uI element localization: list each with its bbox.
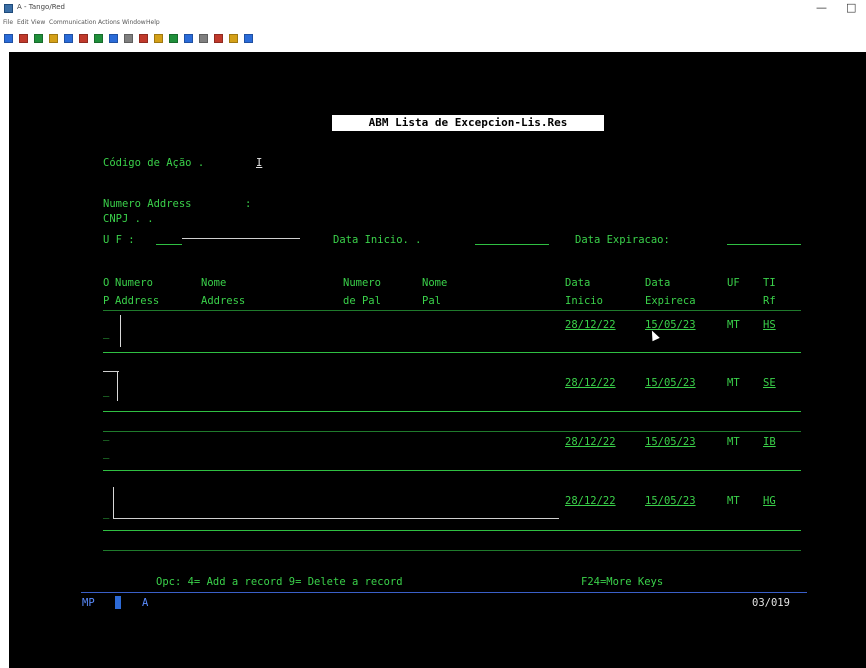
toolbar-button-icon[interactable] xyxy=(124,34,133,43)
row4-address-field[interactable] xyxy=(113,487,114,518)
row3-data-inicio: 28/12/22 xyxy=(565,436,616,448)
toolbar-button-icon[interactable] xyxy=(199,34,208,43)
toolbar-button-icon[interactable] xyxy=(244,34,253,43)
app-icon xyxy=(4,4,13,13)
row2-data-inicio: 28/12/22 xyxy=(565,377,616,389)
toolbar-button-icon[interactable] xyxy=(109,34,118,43)
row2-address-field[interactable] xyxy=(117,372,118,401)
row4-address-underline xyxy=(113,518,559,519)
row3-uf: MT xyxy=(727,436,740,448)
col-data-expira-2: Expireca xyxy=(645,295,696,307)
header-divider xyxy=(103,310,801,311)
screen-title: ABM Lista de Excepcion-Lis.Res xyxy=(332,115,604,131)
row1-ti: HS xyxy=(763,319,776,331)
col-numero-address-2: Address xyxy=(115,295,160,307)
uf-input[interactable] xyxy=(156,244,182,245)
row3-ti: IB xyxy=(763,436,776,448)
data-expiracao-label: Data Expiracao: xyxy=(575,234,670,246)
status-divider xyxy=(81,592,807,593)
toolbar xyxy=(0,31,866,47)
window-title-bar: A - Tango/Red — □ xyxy=(0,0,866,17)
row3-top-line xyxy=(103,431,801,432)
menu-view[interactable]: View xyxy=(31,19,45,26)
row1-address-field[interactable] xyxy=(120,315,121,347)
col-numero-pal-2: de Pal xyxy=(343,295,381,307)
toolbar-button-icon[interactable] xyxy=(154,34,163,43)
row1-uf: MT xyxy=(727,319,740,331)
row2-uf: MT xyxy=(727,377,740,389)
codigo-acao-label: Código de Ação . xyxy=(103,157,205,169)
row3-divider xyxy=(103,470,801,471)
col-op-1: O xyxy=(103,277,110,289)
toolbar-button-icon[interactable] xyxy=(214,34,223,43)
row2-divider xyxy=(103,411,801,412)
col-nome-address-1: Nome xyxy=(201,277,227,289)
toolbar-button-icon[interactable] xyxy=(19,34,28,43)
col-data-inicio-2: Inicio xyxy=(565,295,603,307)
col-data-inicio-1: Data xyxy=(565,277,591,289)
row1-op-input[interactable]: _ xyxy=(103,327,109,339)
toolbar-button-icon[interactable] xyxy=(184,34,193,43)
cnpj-input[interactable] xyxy=(182,238,300,239)
col-nome-pal-2: Pal xyxy=(422,295,441,307)
maximize-button[interactable]: □ xyxy=(846,1,856,14)
row3-data-expira: 15/05/23 xyxy=(645,436,696,448)
row4-op-input[interactable]: _ xyxy=(103,507,109,519)
menu-communication[interactable]: Communication xyxy=(49,19,96,26)
toolbar-button-icon[interactable] xyxy=(49,34,58,43)
col-op-2: P xyxy=(103,295,110,307)
col-numero-pal-1: Numero xyxy=(343,277,381,289)
numero-address-colon: : xyxy=(245,198,252,210)
row1-divider xyxy=(103,352,801,353)
data-expiracao-input[interactable] xyxy=(727,244,801,245)
codigo-acao-input[interactable]: I xyxy=(256,157,262,169)
row2-ti: SE xyxy=(763,377,776,389)
toolbar-button-icon[interactable] xyxy=(94,34,103,43)
row2-data-expira: 15/05/23 xyxy=(645,377,696,389)
more-keys-hint: F24=More Keys xyxy=(581,576,664,588)
minimize-button[interactable]: — xyxy=(816,1,827,14)
data-inicio-label: Data Inicio. . xyxy=(333,234,422,246)
col-ti-2: Rf xyxy=(763,295,776,307)
col-data-expira-1: Data xyxy=(645,277,671,289)
menu-edit[interactable]: Edit xyxy=(17,19,29,26)
data-inicio-input[interactable] xyxy=(475,244,549,245)
row4-divider xyxy=(103,530,801,531)
row4-data-inicio: 28/12/22 xyxy=(565,495,616,507)
uf-label: U F : xyxy=(103,234,135,246)
cursor-position: 03/019 xyxy=(752,597,790,609)
toolbar-button-icon[interactable] xyxy=(139,34,148,43)
col-nome-address-2: Address xyxy=(201,295,246,307)
function-keys-hint: Opc: 4= Add a record 9= Delete a record xyxy=(156,576,403,588)
menu-window[interactable]: Window xyxy=(122,19,146,26)
toolbar-button-icon[interactable] xyxy=(169,34,178,43)
row3-op-input-b[interactable]: _ xyxy=(103,447,109,459)
menu-help[interactable]: Help xyxy=(146,19,160,26)
col-nome-pal-1: Nome xyxy=(422,277,448,289)
list-bottom-line xyxy=(103,550,801,551)
toolbar-button-icon[interactable] xyxy=(4,34,13,43)
row1-data-inicio: 28/12/22 xyxy=(565,319,616,331)
window-title: A - Tango/Red xyxy=(17,3,65,11)
cnpj-label: CNPJ . . xyxy=(103,213,154,225)
toolbar-button-icon[interactable] xyxy=(34,34,43,43)
toolbar-button-icon[interactable] xyxy=(79,34,88,43)
menu-actions[interactable]: Actions xyxy=(98,19,120,26)
row4-uf: MT xyxy=(727,495,740,507)
toolbar-button-icon[interactable] xyxy=(64,34,73,43)
terminal-screen[interactable]: ABM Lista de Excepcion-Lis.Res Código de… xyxy=(9,52,866,668)
menu-file[interactable]: File xyxy=(3,19,13,26)
numero-address-label: Numero Address xyxy=(103,198,192,210)
col-numero-address-1: Numero xyxy=(115,277,153,289)
status-mode: MP xyxy=(82,597,95,609)
menu-bar: File Edit View Communication Actions Win… xyxy=(0,17,866,31)
col-ti-1: TI xyxy=(763,277,776,289)
status-indicator: A xyxy=(142,597,149,609)
toolbar-button-icon[interactable] xyxy=(229,34,238,43)
row4-data-expira: 15/05/23 xyxy=(645,495,696,507)
text-cursor xyxy=(115,596,121,609)
row2-op-input[interactable]: _ xyxy=(103,385,109,397)
row4-ti: HG xyxy=(763,495,776,507)
col-uf: UF xyxy=(727,277,740,289)
